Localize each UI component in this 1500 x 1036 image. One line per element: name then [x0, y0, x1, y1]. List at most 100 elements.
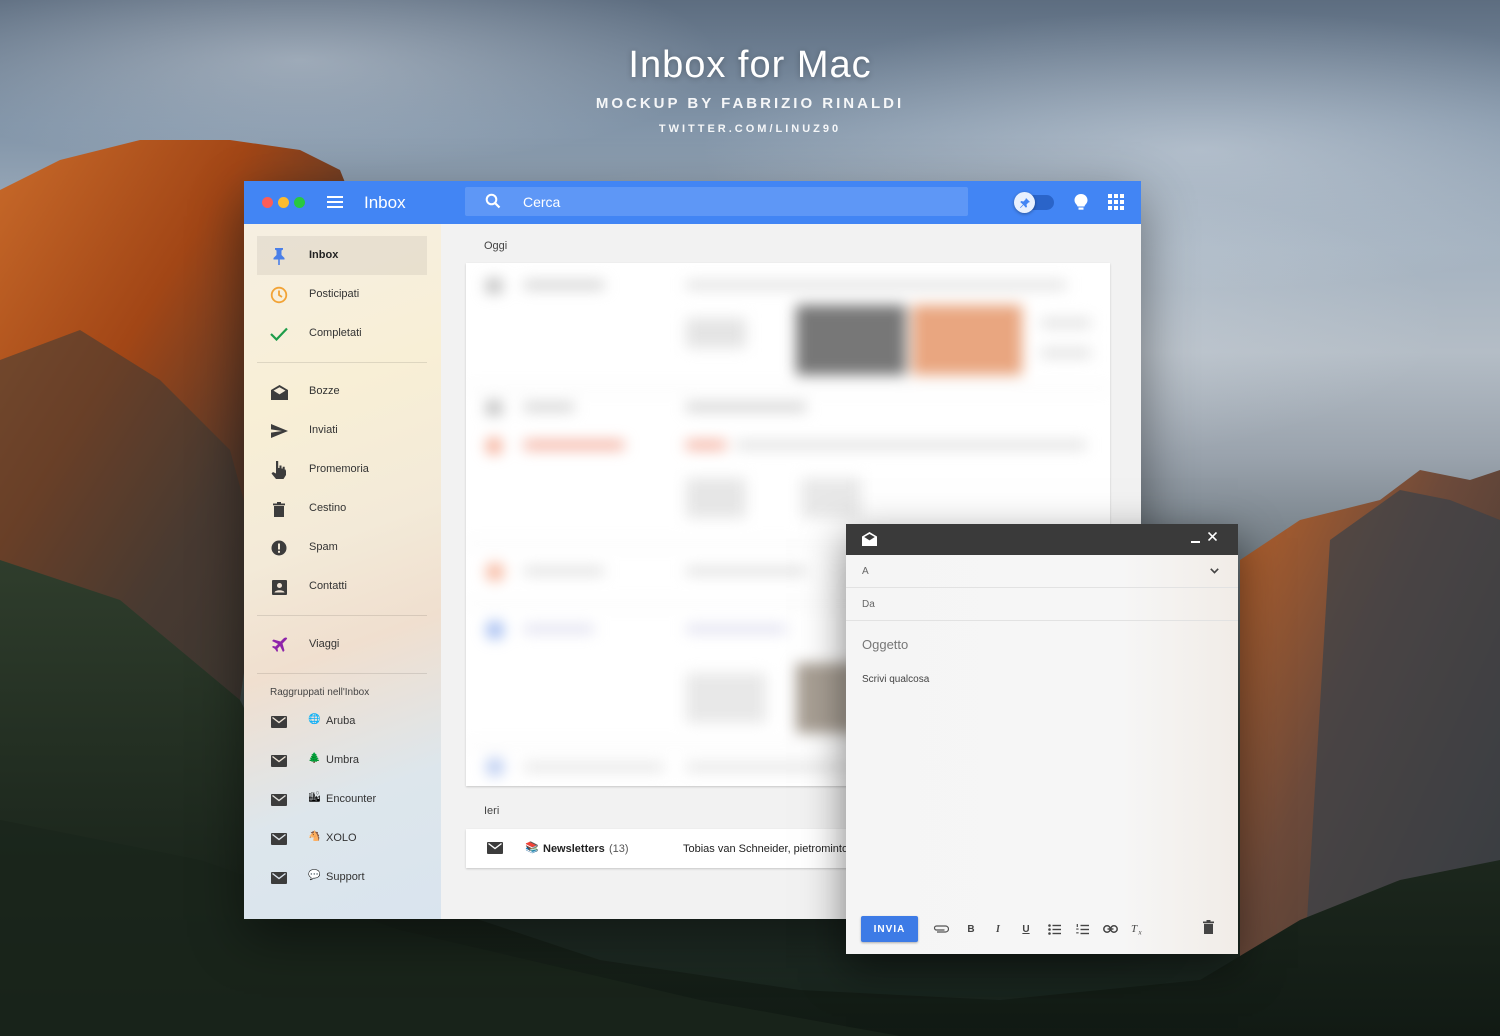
bold-button[interactable]: B [963, 922, 979, 936]
pin-toggle-knob [1014, 192, 1035, 213]
close-window-button[interactable] [262, 197, 273, 208]
bulleted-list-icon[interactable] [1046, 922, 1062, 936]
trash-icon [270, 500, 288, 518]
hero-subtitle: MOCKUP BY FABRIZIO RINALDI [595, 95, 905, 112]
plane-icon [270, 636, 288, 654]
compose-window: INVIA B I U Tx [846, 524, 1238, 954]
sidebar-divider [257, 615, 427, 616]
sidebar-bundle-umbra[interactable]: 🌲 Umbra [257, 741, 427, 780]
clock-icon [270, 286, 288, 304]
italic-button[interactable]: I [990, 922, 1006, 936]
minimize-compose-button[interactable] [1191, 541, 1200, 543]
sidebar-item-cestino[interactable]: Cestino [257, 489, 427, 528]
sidebar-item-bozze[interactable]: Bozze [257, 372, 427, 411]
to-field[interactable] [846, 555, 1238, 588]
sidebar-item-label: Encounter [326, 793, 377, 805]
sidebar: Inbox Posticipati Completati Bozze Invia… [244, 224, 441, 919]
sidebar-item-label: Spam [309, 541, 338, 553]
zoom-window-button[interactable] [294, 197, 305, 208]
mail-icon [270, 869, 288, 887]
mail-icon [270, 752, 288, 770]
hamburger-menu-icon[interactable] [327, 196, 343, 208]
bundle-senders: Tobias van Schneider, pietrominto [683, 843, 849, 855]
sidebar-item-label: Bozze [309, 385, 340, 397]
sidebar-item-inbox[interactable]: Inbox [257, 236, 427, 275]
sidebar-item-label: XOLO [326, 832, 357, 844]
underline-button[interactable]: U [1018, 922, 1034, 936]
sidebar-item-label: Inbox [309, 249, 339, 261]
pin-icon [270, 247, 288, 265]
animal-icon: 🐴 [308, 831, 321, 842]
sidebar-item-label: Viaggi [309, 638, 340, 650]
section-heading-today: Oggi [484, 240, 508, 252]
city-icon: 🏙 [308, 792, 321, 803]
from-input[interactable] [862, 588, 1192, 620]
drafts-icon [270, 383, 288, 401]
globe-icon: 🌐 [308, 714, 321, 725]
sidebar-bundle-encounter[interactable]: 🏙 Encounter [257, 780, 427, 819]
spam-icon [270, 539, 288, 557]
section-heading-yesterday: Ieri [484, 805, 500, 817]
sidebar-divider [257, 673, 427, 674]
compose-header [846, 524, 1238, 555]
pin-icon [1019, 197, 1030, 208]
link-icon[interactable] [1102, 922, 1118, 936]
sidebar-divider [257, 362, 427, 363]
sidebar-item-label: Inviati [309, 424, 338, 436]
app-title: Inbox [364, 193, 406, 212]
attach-icon[interactable] [933, 922, 949, 936]
pin-toggle[interactable] [1014, 192, 1054, 213]
bundle-count: (13) [609, 843, 629, 855]
sidebar-item-posticipati[interactable]: Posticipati [257, 275, 427, 314]
to-input[interactable] [862, 555, 1192, 587]
books-icon: 📚 [525, 842, 539, 854]
search-icon [485, 193, 501, 209]
message-body-input[interactable] [862, 674, 1222, 894]
sidebar-item-label: Promemoria [309, 463, 369, 475]
from-field[interactable] [846, 588, 1238, 621]
sidebar-item-completati[interactable]: Completati [257, 314, 427, 353]
sidebar-item-inviati[interactable]: Inviati [257, 411, 427, 450]
check-icon [270, 325, 288, 343]
sidebar-item-contatti[interactable]: Contatti [257, 567, 427, 606]
hero-title: Inbox for Mac [628, 44, 872, 86]
sidebar-bundle-aruba[interactable]: 🌐 Aruba [257, 702, 427, 741]
apps-grid-icon[interactable] [1108, 194, 1124, 210]
sidebar-item-label: Completati [309, 327, 362, 339]
clear-formatting-icon[interactable]: Tx [1130, 922, 1146, 936]
sidebar-item-spam[interactable]: Spam [257, 528, 427, 567]
sidebar-item-label: Aruba [326, 715, 356, 727]
top-bar: Inbox [244, 181, 1141, 224]
search-bar[interactable] [465, 187, 968, 216]
mail-icon [270, 830, 288, 848]
sidebar-item-label: Cestino [309, 502, 347, 514]
minimize-window-button[interactable] [278, 197, 289, 208]
contacts-icon [270, 578, 288, 596]
mail-icon [270, 713, 288, 731]
reminder-hand-icon [270, 461, 288, 479]
search-input[interactable] [523, 187, 943, 216]
speech-bubble-icon: 💬 [308, 870, 321, 881]
bundles-heading: Raggruppati nell'Inbox [270, 687, 370, 698]
mail-icon [487, 842, 503, 854]
numbered-list-icon[interactable] [1074, 922, 1090, 936]
sidebar-item-label: Posticipati [309, 288, 360, 300]
sidebar-item-promemoria[interactable]: Promemoria [257, 450, 427, 489]
sidebar-item-label: Support [326, 871, 365, 883]
drafts-icon [862, 532, 877, 546]
hero-link[interactable]: TWITTER.COM/LINUZ90 [0, 123, 1500, 135]
discard-draft-icon[interactable] [1203, 920, 1214, 934]
sidebar-item-label: Contatti [309, 580, 347, 592]
subject-input[interactable] [862, 637, 1222, 652]
mail-icon [270, 791, 288, 809]
send-icon [270, 422, 288, 440]
reminder-bulb-icon[interactable] [1074, 194, 1088, 211]
send-button[interactable]: INVIA [861, 916, 918, 942]
sidebar-bundle-xolo[interactable]: 🐴 XOLO [257, 819, 427, 858]
svg-text:x: x [1138, 929, 1143, 936]
chevron-down-icon[interactable] [1210, 568, 1219, 574]
close-icon[interactable] [1208, 532, 1217, 541]
tree-icon: 🌲 [308, 753, 321, 764]
sidebar-item-viaggi[interactable]: Viaggi [257, 625, 427, 664]
sidebar-bundle-support[interactable]: 💬 Support [257, 858, 427, 897]
